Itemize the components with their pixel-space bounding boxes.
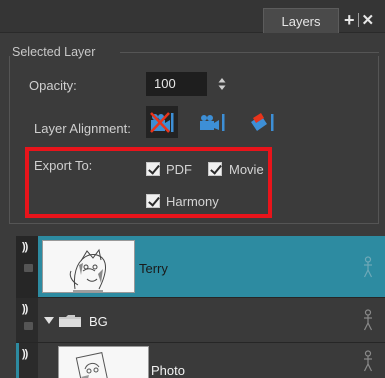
visibility-toggle-icon[interactable]: )) [22, 349, 28, 360]
visibility-toggle-icon[interactable]: )) [22, 242, 28, 253]
group-title: Selected Layer [10, 45, 98, 59]
layer-list: )) Terry)) BG)) Photo [16, 236, 385, 378]
layer-row-terry[interactable]: )) Terry [16, 236, 385, 297]
group-layer-icon [363, 309, 373, 331]
layer-alignment-label: Layer Alignment: [34, 121, 131, 136]
opacity-label: Opacity: [29, 78, 77, 93]
folder-icon [59, 315, 81, 327]
layer-name[interactable]: Terry [139, 261, 168, 276]
panel-tab-bar: Layers + ✕ [0, 0, 385, 33]
movie-checkbox[interactable] [208, 162, 222, 176]
drawing-layer-icon [363, 350, 373, 372]
pdf-checkbox-label: PDF [166, 162, 192, 177]
lock-icon[interactable] [24, 322, 33, 330]
layer-row-controls: )) [16, 343, 38, 378]
align-camera-button[interactable] [146, 106, 178, 138]
expand-arrow-icon[interactable] [44, 317, 54, 324]
layer-name[interactable]: Photo [151, 363, 185, 378]
plus-icon[interactable]: + [344, 11, 355, 29]
harmony-checkbox[interactable] [146, 194, 160, 208]
export-to-label: Export To: [34, 158, 93, 173]
group-border-top [120, 52, 379, 53]
layer-thumbnail [58, 346, 149, 378]
align-camera-icon [150, 112, 174, 133]
align-group-icon [200, 114, 225, 131]
tab-actions: + ✕ [344, 10, 374, 30]
close-icon[interactable]: ✕ [362, 13, 375, 28]
layer-row-controls: )) [16, 298, 38, 342]
layer-name[interactable]: BG [89, 314, 108, 329]
tab-layers[interactable]: Layers [263, 8, 339, 33]
align-plane-icon [251, 113, 274, 131]
harmony-checkbox-label: Harmony [166, 194, 219, 209]
layer-row-controls: )) [16, 236, 38, 297]
spin-arrows-icon[interactable] [217, 77, 227, 91]
divider [357, 13, 359, 27]
visibility-toggle-icon[interactable]: )) [22, 304, 28, 315]
layer-row-bg[interactable]: )) BG [16, 298, 385, 342]
layer-row-photo[interactable]: )) Photo [16, 343, 385, 378]
layer-thumbnail [42, 240, 135, 293]
drawing-layer-icon [363, 256, 373, 278]
opacity-field[interactable]: 100 [146, 72, 207, 96]
align-plane-button[interactable] [246, 106, 278, 138]
movie-checkbox-label: Movie [229, 162, 264, 177]
lock-icon[interactable] [24, 264, 33, 272]
pdf-checkbox[interactable] [146, 162, 160, 176]
align-group-button[interactable] [196, 106, 228, 138]
